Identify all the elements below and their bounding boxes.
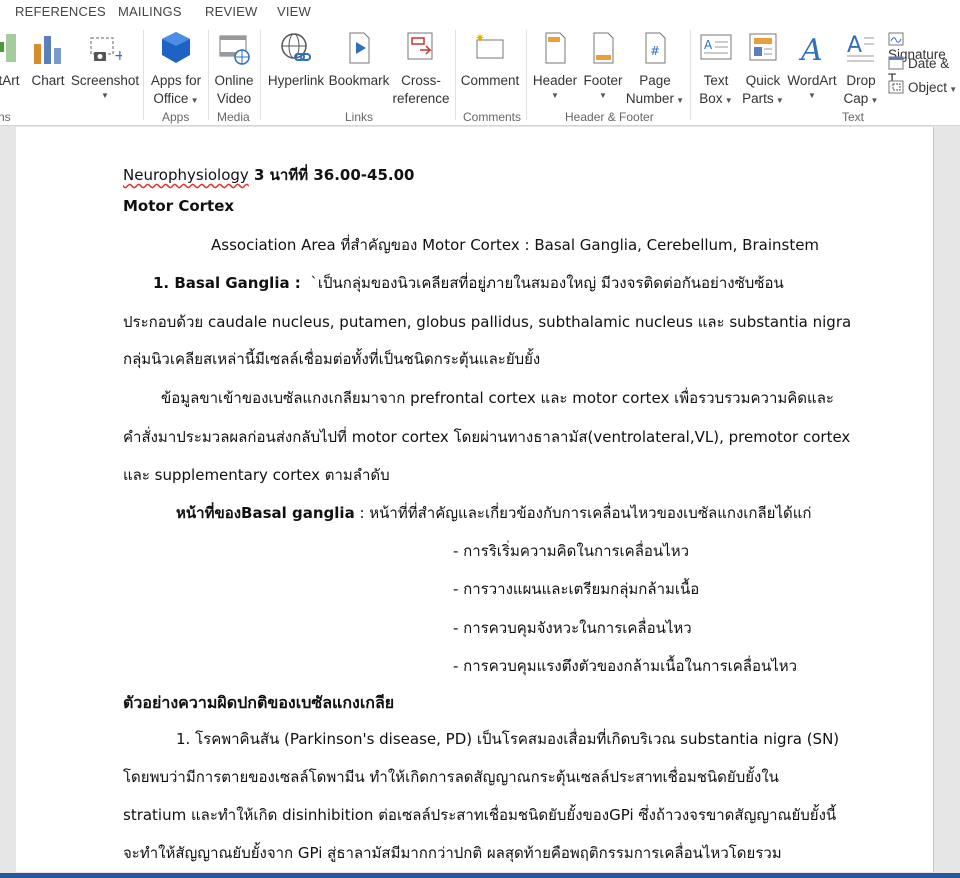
group-separator — [260, 30, 261, 120]
group-label-text: Text — [842, 110, 865, 124]
group-label-header-footer: Header & Footer — [565, 110, 654, 124]
parkinson-line-1: 1. โรคพาคินสัน (Parkinson's disease, PD)… — [176, 730, 840, 748]
chevron-down-icon: ▼ — [808, 91, 816, 100]
bookmark-button[interactable]: Bookmark — [328, 30, 390, 90]
smartart-button[interactable]: tArt — [0, 30, 24, 90]
input-line-1: ข้อมูลขาเข้าของเบซัลแกงเกลียมาจาก prefro… — [161, 389, 834, 407]
screenshot-icon: + — [88, 30, 126, 66]
function-item: - การควบคุมจังหวะในการเคลื่อนไหว — [453, 619, 692, 637]
svg-text:A: A — [704, 38, 713, 52]
footer-icon — [586, 30, 620, 66]
chevron-down-icon: ▼ — [101, 91, 109, 100]
store-icon — [159, 30, 193, 66]
tab-review[interactable]: REVIEW — [205, 4, 257, 19]
svg-text:#: # — [650, 44, 660, 58]
quick-parts-icon — [746, 30, 780, 66]
parkinson-line-3: stratium และทำให้เกิด disinhibition ต่อเ… — [123, 806, 837, 824]
heading-disorders: ตัวอย่างความผิดปกติของเบซัลแกงเกลีย — [123, 693, 395, 712]
comment-icon: ✷ — [473, 30, 507, 66]
heading-motor-cortex: Motor Cortex — [123, 197, 235, 215]
chart-button[interactable]: Chart — [30, 30, 66, 90]
input-line-3: และ supplementary cortex ตามลำดับ — [123, 466, 390, 484]
input-line-2: คำสั่งมาประมวลผลก่อนส่งกลับไปที่ motor c… — [123, 428, 851, 446]
header-button[interactable]: Header ▼ — [530, 30, 580, 102]
online-video-button[interactable]: Online Video — [211, 30, 257, 108]
screenshot-button[interactable]: + Screenshot ▼ — [70, 30, 140, 102]
tab-references[interactable]: REFERENCES — [15, 4, 106, 19]
drop-cap-icon: A — [844, 30, 878, 66]
group-label-apps: Apps — [162, 110, 190, 124]
parkinson-line-2: โดยพบว่ามีการตายของเซลล์โดพามีน ทำให้เกิ… — [123, 768, 779, 786]
parkinson-line-4: จะทำให้สัญญาณยับยั้งจาก GPi สู่ธาลามัสมี… — [123, 844, 782, 862]
ribbon-tab-bar: REFERENCES MAILINGS REVIEW VIEW — [0, 0, 960, 26]
video-icon — [217, 30, 251, 66]
object-icon — [888, 80, 904, 94]
page-number-button[interactable]: # Page Number ▼ — [624, 30, 686, 110]
calendar-icon — [888, 56, 904, 70]
object-button[interactable]: Object ▼ — [888, 80, 957, 95]
group-label-media: Media — [217, 110, 250, 124]
chart-icon — [31, 30, 65, 66]
group-separator — [143, 30, 144, 120]
document-page[interactable]: Neurophysiology 3 นาทีที่ 36.00-45.00 Mo… — [16, 127, 934, 872]
drop-cap-button[interactable]: A Drop Cap ▼ — [840, 30, 882, 110]
basal-ganglia-line-2: ประกอบด้วย caudale nucleus, putamen, glo… — [123, 313, 852, 331]
group-separator — [526, 30, 527, 120]
tab-view[interactable]: VIEW — [277, 4, 311, 19]
basal-ganglia-line-1: 1. Basal Ganglia : `เป็นกลุ่มของนิวเคลีย… — [153, 274, 784, 292]
function-item: - การวางแผนและเตรียมกลุ่มกล้ามเนื้อ — [453, 580, 700, 598]
document-canvas: Neurophysiology 3 นาทีที่ 36.00-45.00 Mo… — [0, 127, 960, 878]
wordart-icon: A — [795, 30, 829, 68]
status-bar-edge — [0, 873, 960, 878]
signature-icon — [888, 32, 904, 46]
wordart-button[interactable]: A WordArt ▼ — [786, 30, 838, 102]
globe-link-icon — [279, 30, 313, 66]
page-number-icon: # — [638, 30, 672, 66]
header-icon — [538, 30, 572, 66]
group-label-links: Links — [345, 110, 374, 124]
function-line: หน้าที่ของBasal ganglia : หน้าที่ที่สำคั… — [176, 504, 812, 522]
svg-text:✷: ✷ — [475, 31, 485, 45]
group-separator — [455, 30, 456, 120]
basal-ganglia-line-3: กลุ่มนิวเคลียสเหล่านี้มีเซลล์เชื่อมต่อทั… — [123, 350, 541, 368]
apps-for-office-button[interactable]: Apps for Office ▼ — [146, 30, 206, 110]
hyperlink-button[interactable]: Hyperlink — [264, 30, 328, 90]
group-label-illustrations: ns — [0, 110, 11, 124]
bookmark-icon — [342, 30, 376, 66]
text-box-button[interactable]: A Text Box ▼ — [694, 30, 738, 110]
svg-text:A: A — [798, 33, 823, 66]
tab-mailings[interactable]: MAILINGS — [118, 4, 182, 19]
smartart-icon — [0, 30, 16, 66]
group-label-comments: Comments — [463, 110, 522, 124]
ribbon: tArt Chart + Screenshot ▼ Apps for Offic… — [0, 26, 960, 126]
function-item: - การริเริ่มความคิดในการเคลื่อนไหว — [453, 542, 690, 560]
association-area-line: Association Area ที่สำคัญของ Motor Corte… — [211, 236, 820, 254]
text-box-icon: A — [699, 30, 733, 66]
cross-reference-icon — [404, 30, 438, 66]
cross-reference-button[interactable]: Cross- reference — [391, 30, 451, 108]
function-item: - การควบคุมแรงตึงตัวของกล้ามเนื้อในการเค… — [453, 657, 798, 675]
group-separator — [208, 30, 209, 120]
svg-text:A: A — [847, 33, 862, 58]
chevron-down-icon: ▼ — [551, 91, 559, 100]
svg-text:+: + — [114, 48, 122, 64]
comment-button[interactable]: ✷ Comment — [458, 30, 522, 90]
footer-button[interactable]: Footer ▼ — [580, 30, 626, 102]
quick-parts-button[interactable]: Quick Parts ▼ — [742, 30, 784, 110]
chevron-down-icon: ▼ — [599, 91, 607, 100]
document-title: Neurophysiology 3 นาทีที่ 36.00-45.00 — [123, 166, 415, 184]
group-separator — [690, 30, 691, 120]
